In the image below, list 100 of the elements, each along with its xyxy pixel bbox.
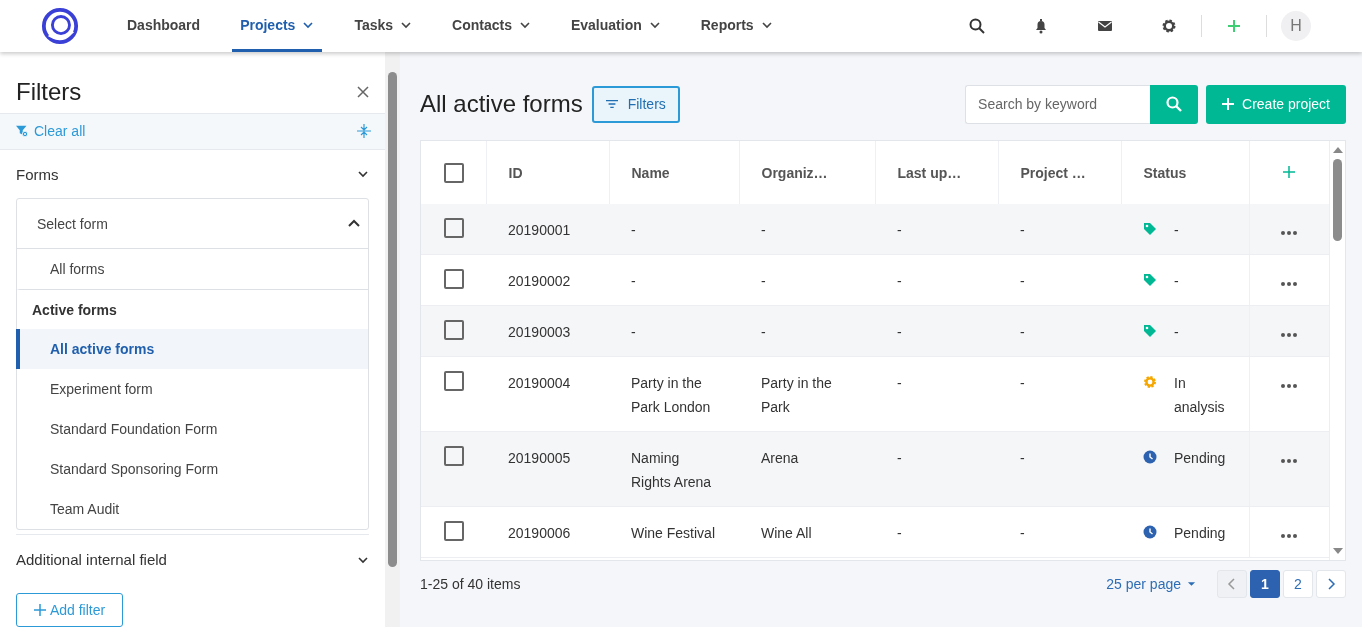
more-icon[interactable] (1281, 459, 1298, 463)
search-icon (1166, 96, 1183, 112)
tag-icon (1143, 324, 1157, 338)
column-header[interactable]: Project … (998, 141, 1121, 204)
tag-icon (1143, 273, 1157, 287)
row-checkbox[interactable] (444, 446, 464, 466)
table-cell: - (875, 254, 998, 306)
plus-icon (1222, 98, 1235, 110)
form-option[interactable]: Experiment form (16, 369, 368, 410)
page-button[interactable]: 2 (1283, 569, 1313, 598)
more-icon[interactable] (1281, 333, 1298, 337)
form-option[interactable]: Standard Foundation Form (16, 409, 368, 450)
more-icon[interactable] (1281, 231, 1298, 235)
form-option[interactable]: All forms (16, 249, 368, 290)
more-icon[interactable] (1281, 534, 1298, 538)
table-cell: - (875, 431, 998, 507)
row-checkbox[interactable] (444, 269, 464, 289)
search-icon[interactable] (969, 18, 985, 34)
table-cell: - (998, 356, 1121, 432)
column-header[interactable]: Organiz… (739, 141, 875, 204)
gear-icon (1143, 375, 1157, 389)
filter-clear-icon (16, 125, 28, 138)
table-cell: - (875, 356, 998, 432)
status-text: - (1174, 323, 1180, 342)
table-cell: - (609, 254, 739, 306)
more-icon[interactable] (1281, 384, 1298, 388)
items-summary: 1-25 of 40 items (420, 575, 521, 592)
table-cell: 20190002 (486, 254, 609, 306)
settings-icon[interactable] (1161, 18, 1177, 34)
per-page-dropdown[interactable]: 25 per page (1100, 574, 1202, 593)
scrollbar[interactable] (385, 52, 400, 627)
logo-icon[interactable] (41, 7, 79, 45)
page-button[interactable]: 1 (1250, 569, 1280, 598)
nav-tab[interactable]: Contacts (444, 0, 539, 52)
filter-icon (605, 98, 618, 110)
table-cell: 20190003 (486, 305, 609, 357)
select-form-dropdown[interactable]: Select form (17, 199, 368, 250)
status-text: Pending (1174, 449, 1227, 468)
select-all-checkbox[interactable] (444, 162, 464, 183)
clock-icon (1143, 450, 1157, 464)
form-option[interactable]: Team Audit (16, 489, 368, 530)
page-title: All active forms (420, 90, 583, 118)
envelope-icon[interactable] (1097, 18, 1113, 34)
bell-icon[interactable] (1033, 18, 1049, 34)
table-cell: - (998, 254, 1121, 306)
status-text: - (1174, 272, 1180, 291)
status-text: - (1174, 221, 1180, 240)
table-cell: - (998, 506, 1121, 558)
nav-tab[interactable]: Evaluation (562, 0, 669, 52)
row-checkbox[interactable] (444, 320, 464, 340)
table-cell: 20190006 (486, 506, 609, 558)
nav-tab[interactable]: Dashboard (119, 0, 209, 52)
row-checkbox[interactable] (444, 521, 464, 541)
table-cell: - (875, 204, 998, 255)
table-cell: Wine All (739, 506, 875, 558)
column-header[interactable]: ID (486, 141, 609, 204)
table-cell: - (739, 254, 875, 306)
more-icon[interactable] (1281, 282, 1298, 286)
table-cell: - (875, 506, 998, 558)
row-checkbox[interactable] (444, 218, 464, 238)
filters-button[interactable]: Filters (591, 85, 680, 123)
tag-icon (1143, 222, 1157, 236)
table-cell: Party in the Park London (609, 356, 739, 432)
user-avatar[interactable]: H (1281, 11, 1311, 41)
clock-icon (1143, 525, 1157, 539)
section-title: Additional internal field (16, 551, 167, 569)
table-cell: - (875, 305, 998, 357)
scrollbar[interactable] (1329, 141, 1345, 560)
table-cell: - (739, 204, 875, 255)
table-cell: - (998, 431, 1121, 507)
table-cell: Naming Rights Arena (609, 431, 739, 507)
table-cell: - (609, 204, 739, 255)
section-header[interactable]: Forms (0, 149, 385, 199)
collapse-icon[interactable] (356, 123, 372, 140)
form-option[interactable]: Standard Sponsoring Form (16, 449, 368, 490)
plus-icon (33, 604, 46, 616)
form-option[interactable]: All active forms (16, 329, 368, 370)
nav-tab[interactable]: Tasks (346, 0, 421, 52)
table-cell: Arena (739, 431, 875, 507)
column-header[interactable]: Last up… (875, 141, 998, 204)
status-text: In analysis (1174, 374, 1226, 417)
chevron-left-icon (1226, 577, 1238, 590)
section-header[interactable]: Additional internal field (0, 535, 385, 585)
table-cell: Wine Festival (609, 506, 739, 558)
table-cell: - (998, 305, 1121, 357)
section-title: Forms (16, 165, 59, 183)
column-header[interactable]: Name (609, 141, 739, 204)
close-icon[interactable] (357, 85, 369, 98)
table-cell: 20190001 (486, 204, 609, 255)
panel-title: Filters (16, 77, 82, 106)
table-cell: Party in the Park (739, 356, 875, 432)
nav-tab[interactable]: Reports (692, 0, 781, 52)
table-cell: 20190004 (486, 356, 609, 432)
column-header[interactable]: Status (1121, 141, 1249, 204)
search-field[interactable]: Search by keyword (965, 84, 1151, 124)
table-cell: - (998, 204, 1121, 255)
chevron-right-icon (1325, 577, 1337, 590)
table-cell: 20190005 (486, 431, 609, 507)
status-text: Pending (1174, 524, 1227, 543)
row-checkbox[interactable] (444, 371, 464, 391)
